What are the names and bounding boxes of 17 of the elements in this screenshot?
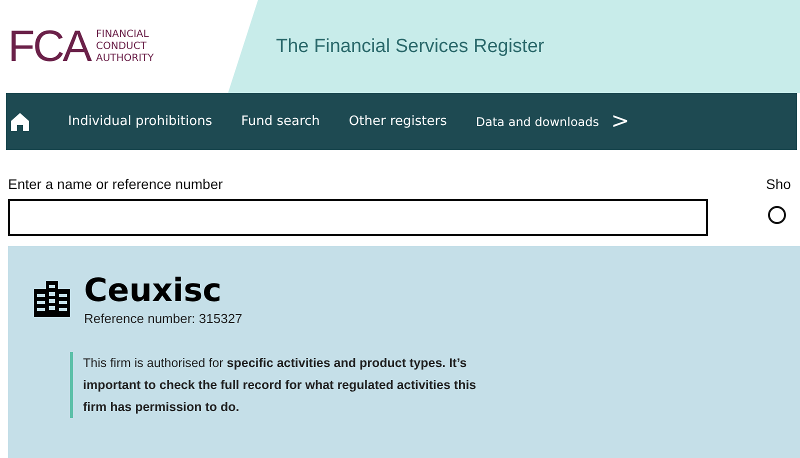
- nav-link[interactable]: Other registers: [348, 114, 447, 129]
- nav-link[interactable]: Individual prohibitions: [68, 114, 212, 129]
- logo-mark[interactable]: FCA: [8, 24, 90, 68]
- home-icon[interactable]: [10, 112, 30, 132]
- nav-link[interactable]: Fund search: [241, 114, 320, 129]
- next-arrow[interactable]: >: [611, 109, 630, 134]
- nav-link[interactable]: Data and downloads: [476, 114, 600, 128]
- search-label: Enter a name or reference number: [8, 176, 224, 192]
- logo-text: FINANCIAL CONDUCT AUTHORITY: [96, 28, 154, 64]
- site-title: The Financial Services Register: [276, 36, 544, 58]
- search-field[interactable]: [8, 199, 708, 236]
- authorisation-notice: This firm is authorised for specific activities and product types. It’s important to check the full record for what regulated activities this firm has permission to do.: [70, 352, 503, 418]
- show-label: Sho: [766, 176, 792, 192]
- firm-name: Ceuxisc: [84, 271, 223, 309]
- reference-number: Reference number: 315327: [84, 311, 242, 326]
- radio-button[interactable]: [768, 206, 786, 224]
- building-icon: [32, 279, 72, 319]
